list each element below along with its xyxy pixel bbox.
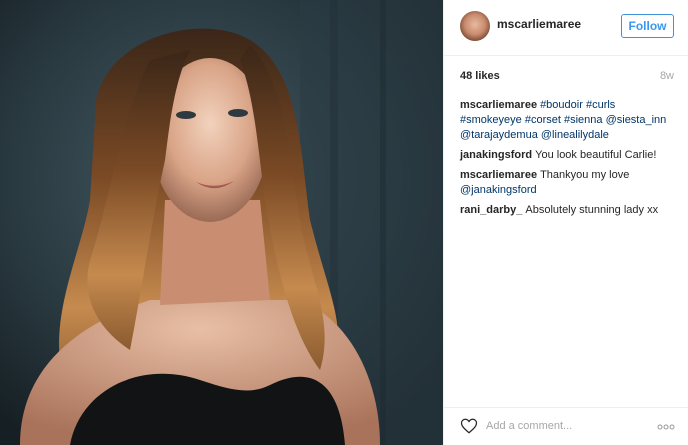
comment-author-link[interactable]: mscarliemaree xyxy=(460,169,537,181)
mention-link[interactable]: @linealilydale xyxy=(538,129,609,141)
mention-link[interactable]: @janakingsford xyxy=(460,184,537,196)
username-link[interactable]: mscarliemaree xyxy=(497,17,581,31)
comment-text: Thankyou my love xyxy=(540,169,630,181)
hashtag-link[interactable]: #curls xyxy=(583,99,615,111)
mention-link[interactable]: @siesta_inn xyxy=(603,114,667,126)
comment-item: janakingsford You look beautiful Carlie! xyxy=(460,148,678,163)
comment-item: mscarliemaree Thankyou my love @janakings… xyxy=(460,168,678,198)
post-time[interactable]: 8w xyxy=(660,70,674,82)
mention-link[interactable]: @tarajaydemua xyxy=(460,129,538,141)
comment-author-link[interactable]: rani_darby_ xyxy=(460,204,522,216)
follow-button[interactable]: Follow xyxy=(621,14,674,38)
portrait-image xyxy=(0,0,443,445)
post-header: mscarliemaree Follow xyxy=(444,0,688,56)
post-side-panel: mscarliemaree Follow 48 likes 8w mscarli… xyxy=(443,0,688,445)
more-options-icon[interactable] xyxy=(657,424,675,430)
comment-item: mscarliemaree #boudoir #curls #smokeyeye #co… xyxy=(460,98,678,143)
comment-author-link[interactable]: mscarliemaree xyxy=(460,99,537,111)
comment-author-link[interactable]: janakingsford xyxy=(460,149,532,161)
add-comment-input[interactable] xyxy=(486,416,646,436)
hashtag-link[interactable]: #smokeyeye xyxy=(460,114,522,126)
post-photo[interactable] xyxy=(0,0,443,445)
heart-icon[interactable] xyxy=(460,417,478,435)
comment-item: rani_darby_ Absolutely stunning lady xx xyxy=(460,203,678,218)
comment-text: Absolutely stunning lady xx xyxy=(525,204,659,216)
likes-count[interactable]: 48 likes xyxy=(460,70,500,82)
hashtag-link[interactable]: #boudoir xyxy=(540,99,583,111)
comment-text: You look beautiful Carlie! xyxy=(535,149,657,161)
hashtag-link[interactable]: #corset xyxy=(522,114,561,126)
post-footer xyxy=(444,407,688,445)
comments-list: mscarliemaree #boudoir #curls#smokeyeye #co… xyxy=(460,98,678,223)
hashtag-link[interactable]: #sienna xyxy=(561,114,603,126)
avatar[interactable] xyxy=(460,11,490,41)
instagram-post: mscarliemaree Follow 48 likes 8w mscarli… xyxy=(0,0,688,445)
